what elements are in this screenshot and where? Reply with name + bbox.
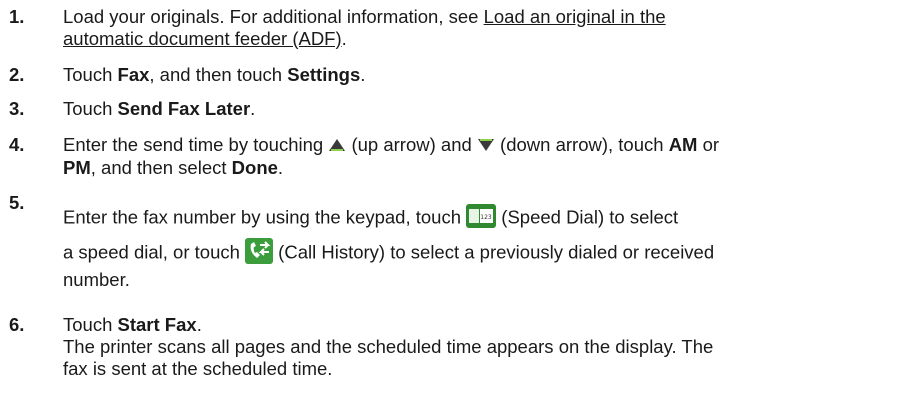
- step-text-part: (up arrow) and: [346, 134, 477, 155]
- svg-text:123: 123: [480, 214, 492, 221]
- step-text-part: Touch: [63, 64, 118, 85]
- step-text-part: .: [360, 64, 366, 85]
- adf-link[interactable]: Load an original in the: [484, 6, 666, 27]
- step-text: Touch Fax, and then touch Settings.: [63, 64, 913, 86]
- step-text: Load your originals. For additional info…: [63, 6, 913, 50]
- pm-label: PM: [63, 157, 91, 179]
- step-text-line2: a speed dial, or touch (Call History) to…: [63, 238, 913, 291]
- step-number: 6.: [9, 314, 25, 335]
- step-text-part: or: [697, 134, 720, 155]
- start-fax-label: Start Fax: [117, 314, 197, 335]
- send-fax-later-label: Send Fax Later: [117, 98, 251, 119]
- step-text: Enter the send time by touching (up arro…: [63, 134, 913, 179]
- adf-link-cont[interactable]: automatic document feeder (ADF): [63, 28, 342, 49]
- step-text-part: (down arrow), touch: [494, 134, 669, 155]
- step-text-part: (Call History) to select a previously di…: [273, 241, 715, 263]
- settings-label: Settings: [287, 64, 361, 85]
- step-number: 3.: [9, 98, 25, 119]
- step-text-part: Touch: [63, 98, 118, 119]
- period: .: [341, 28, 347, 49]
- step-text-part: Enter the send time by touching: [63, 134, 329, 155]
- speed-dial-icon: 123: [466, 204, 497, 233]
- call-history-icon: [245, 238, 274, 269]
- step-text-part: .: [196, 314, 202, 335]
- step-text-part: (Speed Dial) to select: [496, 206, 679, 228]
- step-number: 5.: [9, 192, 25, 213]
- step-number: 1.: [9, 6, 25, 27]
- step-text-part: , and then select: [90, 157, 232, 179]
- step-text-part: .: [277, 157, 284, 179]
- up-arrow-icon: [328, 135, 346, 157]
- down-arrow-icon: [477, 135, 495, 157]
- step-number: 2.: [9, 64, 25, 85]
- step-text: Enter the fax number by using the keypad…: [63, 204, 913, 233]
- step-text-part: .: [250, 98, 256, 119]
- step-text-part: Enter the fax number by using the keypad…: [63, 206, 467, 228]
- step-text-part: a speed dial, or touch: [63, 241, 246, 263]
- step-6-note-cont: fax is sent at the scheduled time.: [63, 358, 333, 379]
- step-number: 4.: [9, 134, 25, 155]
- fax-label: Fax: [117, 64, 150, 85]
- am-label: AM: [668, 134, 698, 155]
- step-text: Touch Start Fax. The printer scans all p…: [63, 314, 913, 380]
- step-text-part: , and then touch: [149, 64, 288, 85]
- step-1-text: Load your originals. For additional info…: [63, 6, 484, 27]
- step-text-part: number.: [63, 269, 130, 290]
- step-6-note: The printer scans all pages and the sche…: [63, 336, 714, 357]
- done-label: Done: [231, 157, 278, 179]
- step-text-part: Touch: [63, 314, 118, 335]
- step-text: Touch Send Fax Later.: [63, 98, 913, 120]
